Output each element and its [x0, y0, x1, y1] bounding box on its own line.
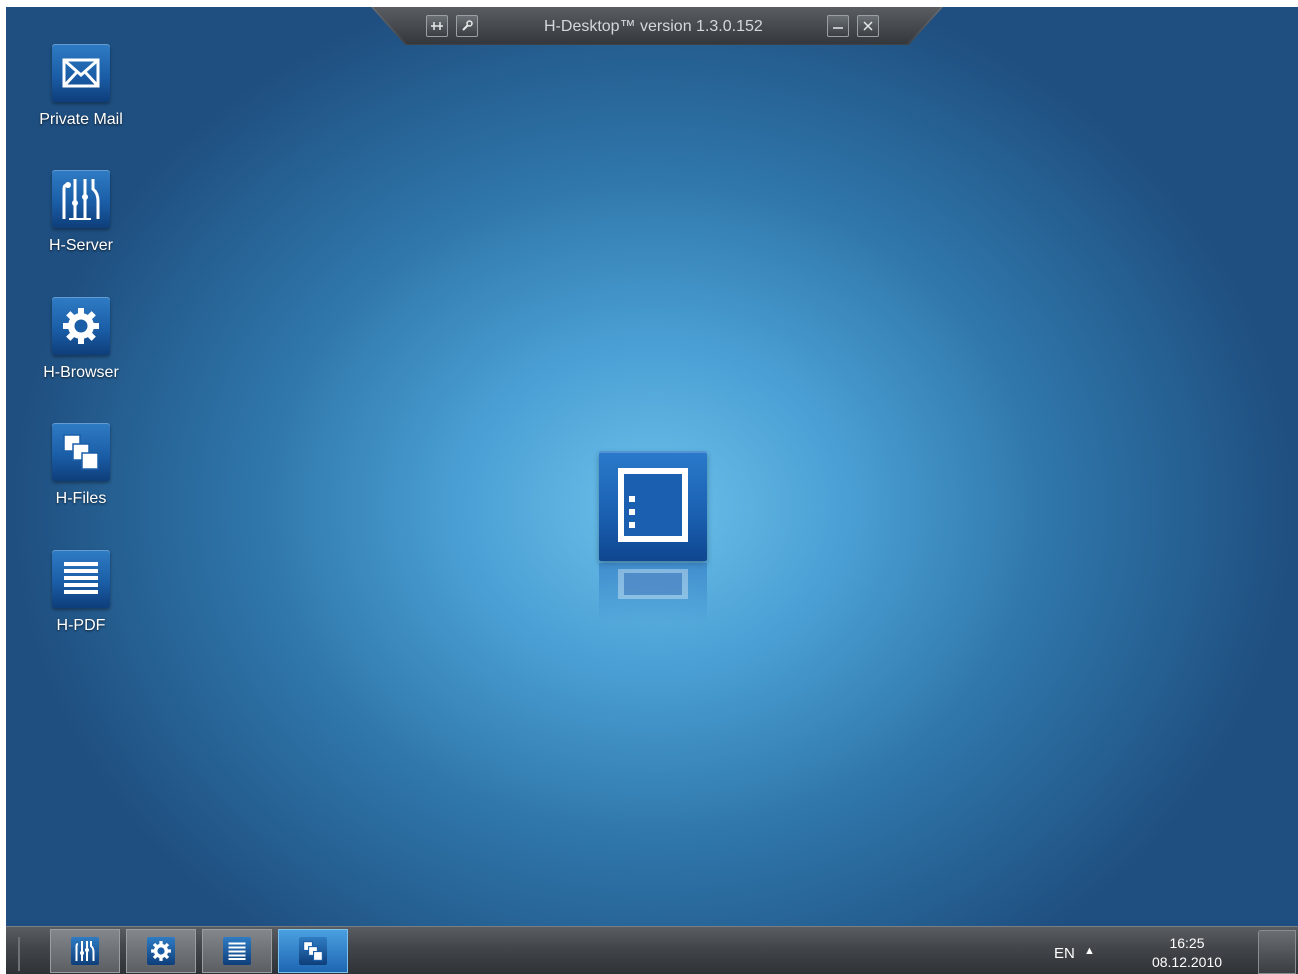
h-server-tile[interactable] — [52, 170, 110, 228]
app-window-icon — [618, 468, 688, 542]
title-bar: H-Desktop™ version 1.3.0.152 — [371, 7, 943, 45]
document-lines-icon — [64, 562, 98, 594]
taskbar: EN ▲ 16:25 08.12.2010 — [6, 926, 1298, 974]
gear-icon — [63, 308, 99, 344]
desktop-icon-label: H-Browser — [43, 364, 119, 381]
files-icon — [63, 434, 99, 470]
center-logo-reflection — [599, 563, 707, 623]
center-logo — [599, 451, 707, 561]
minimize-icon — [833, 27, 843, 29]
private-mail-tile[interactable] — [52, 44, 110, 102]
desktop-background: H-Desktop™ version 1.3.0.152 Private Mai… — [6, 7, 1298, 926]
taskbar-button-h-pdf[interactable] — [202, 929, 272, 973]
clock-date[interactable]: 08.12.2010 — [1146, 954, 1228, 970]
pin-button[interactable] — [426, 15, 448, 37]
desktop-icon-label: Private Mail — [39, 111, 123, 128]
wrench-icon — [462, 20, 473, 31]
tray-expand-arrow-icon[interactable]: ▲ — [1084, 945, 1095, 957]
server-icon — [75, 941, 95, 961]
document-lines-icon — [228, 942, 246, 960]
desktop-icon-label: H-PDF — [56, 617, 106, 634]
h-pdf-tile[interactable] — [52, 550, 110, 608]
files-icon — [303, 941, 323, 961]
desktop-icon-h-server[interactable]: H-Server — [11, 170, 151, 255]
settings-button[interactable] — [456, 15, 478, 37]
close-button[interactable] — [857, 15, 879, 37]
minimize-button[interactable] — [827, 15, 849, 37]
h-files-tile[interactable] — [52, 423, 110, 481]
window-title: H-Desktop™ version 1.3.0.152 — [544, 18, 763, 35]
clock-time[interactable]: 16:25 — [1146, 935, 1228, 951]
mail-icon — [62, 58, 100, 88]
language-indicator[interactable]: EN — [1054, 945, 1075, 962]
title-bar-inner: H-Desktop™ version 1.3.0.152 — [373, 7, 941, 44]
taskbar-button-h-server[interactable] — [50, 929, 120, 973]
gear-icon — [151, 941, 171, 961]
desktop-icon-label: H-Server — [48, 237, 113, 254]
server-icon — [62, 179, 100, 220]
desktop-icon-h-browser[interactable]: H-Browser — [11, 297, 151, 382]
desktop-icon-label: H-Files — [55, 490, 107, 507]
show-desktop-button[interactable] — [1258, 930, 1296, 974]
taskbar-button-h-files[interactable] — [278, 929, 348, 973]
desktop-icon-h-files[interactable]: H-Files — [11, 423, 151, 508]
taskbar-button-h-browser[interactable] — [126, 929, 196, 973]
desktop-icon-private-mail[interactable]: Private Mail — [11, 44, 151, 129]
close-icon — [863, 21, 873, 31]
taskbar-separator — [18, 937, 20, 971]
pin-icon — [431, 22, 443, 30]
desktop-icon-h-pdf[interactable]: H-PDF — [11, 550, 151, 635]
h-browser-tile[interactable] — [52, 297, 110, 355]
